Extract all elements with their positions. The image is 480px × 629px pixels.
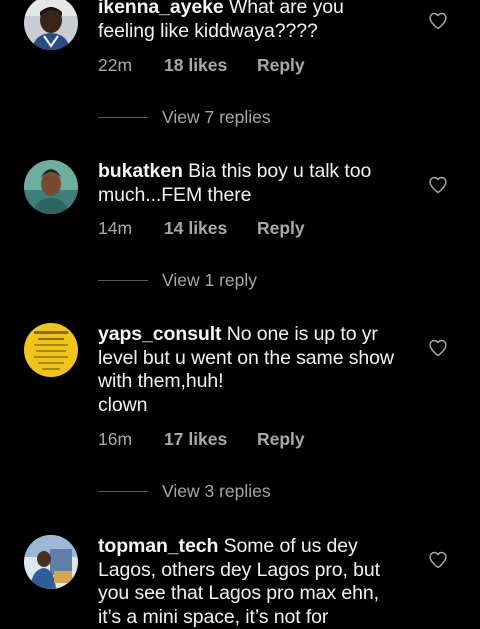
comment-timestamp: 16m xyxy=(98,429,133,449)
comment-username[interactable]: ikenna_ayeke xyxy=(98,0,224,18)
view-replies-button[interactable]: View 3 replies xyxy=(98,481,271,502)
heart-outline-icon[interactable] xyxy=(428,338,448,358)
reply-button[interactable]: Reply xyxy=(257,429,305,450)
comment-username[interactable]: topman_tech xyxy=(98,535,218,557)
avatar[interactable] xyxy=(24,535,78,589)
comment-username[interactable]: yaps_consult xyxy=(98,323,222,345)
heart-outline-icon[interactable] xyxy=(428,550,448,570)
comment-timestamp: 14m xyxy=(98,218,133,238)
divider xyxy=(98,117,148,118)
divider xyxy=(98,280,148,281)
heart-outline-icon[interactable] xyxy=(428,11,448,31)
comment-username[interactable]: bukatken xyxy=(98,160,183,182)
reply-button[interactable]: Reply xyxy=(257,55,305,76)
avatar[interactable] xyxy=(24,323,78,377)
view-replies-button[interactable]: View 1 reply xyxy=(98,270,257,291)
likes-count[interactable]: 18 likes xyxy=(164,55,257,76)
comment-text-line: clown xyxy=(98,393,148,416)
view-replies-label[interactable]: View 7 replies xyxy=(162,107,271,128)
divider xyxy=(98,491,148,492)
view-replies-button[interactable]: View 7 replies xyxy=(98,107,271,128)
view-replies-label[interactable]: View 3 replies xyxy=(162,481,271,502)
reply-button[interactable]: Reply xyxy=(257,218,305,239)
likes-count[interactable]: 14 likes xyxy=(164,218,257,239)
heart-outline-icon[interactable] xyxy=(428,175,448,195)
likes-count[interactable]: 17 likes xyxy=(164,429,257,450)
view-replies-label[interactable]: View 1 reply xyxy=(162,270,257,291)
avatar[interactable] xyxy=(24,0,78,50)
avatar[interactable] xyxy=(24,160,78,214)
comment-timestamp: 22m xyxy=(98,55,133,75)
